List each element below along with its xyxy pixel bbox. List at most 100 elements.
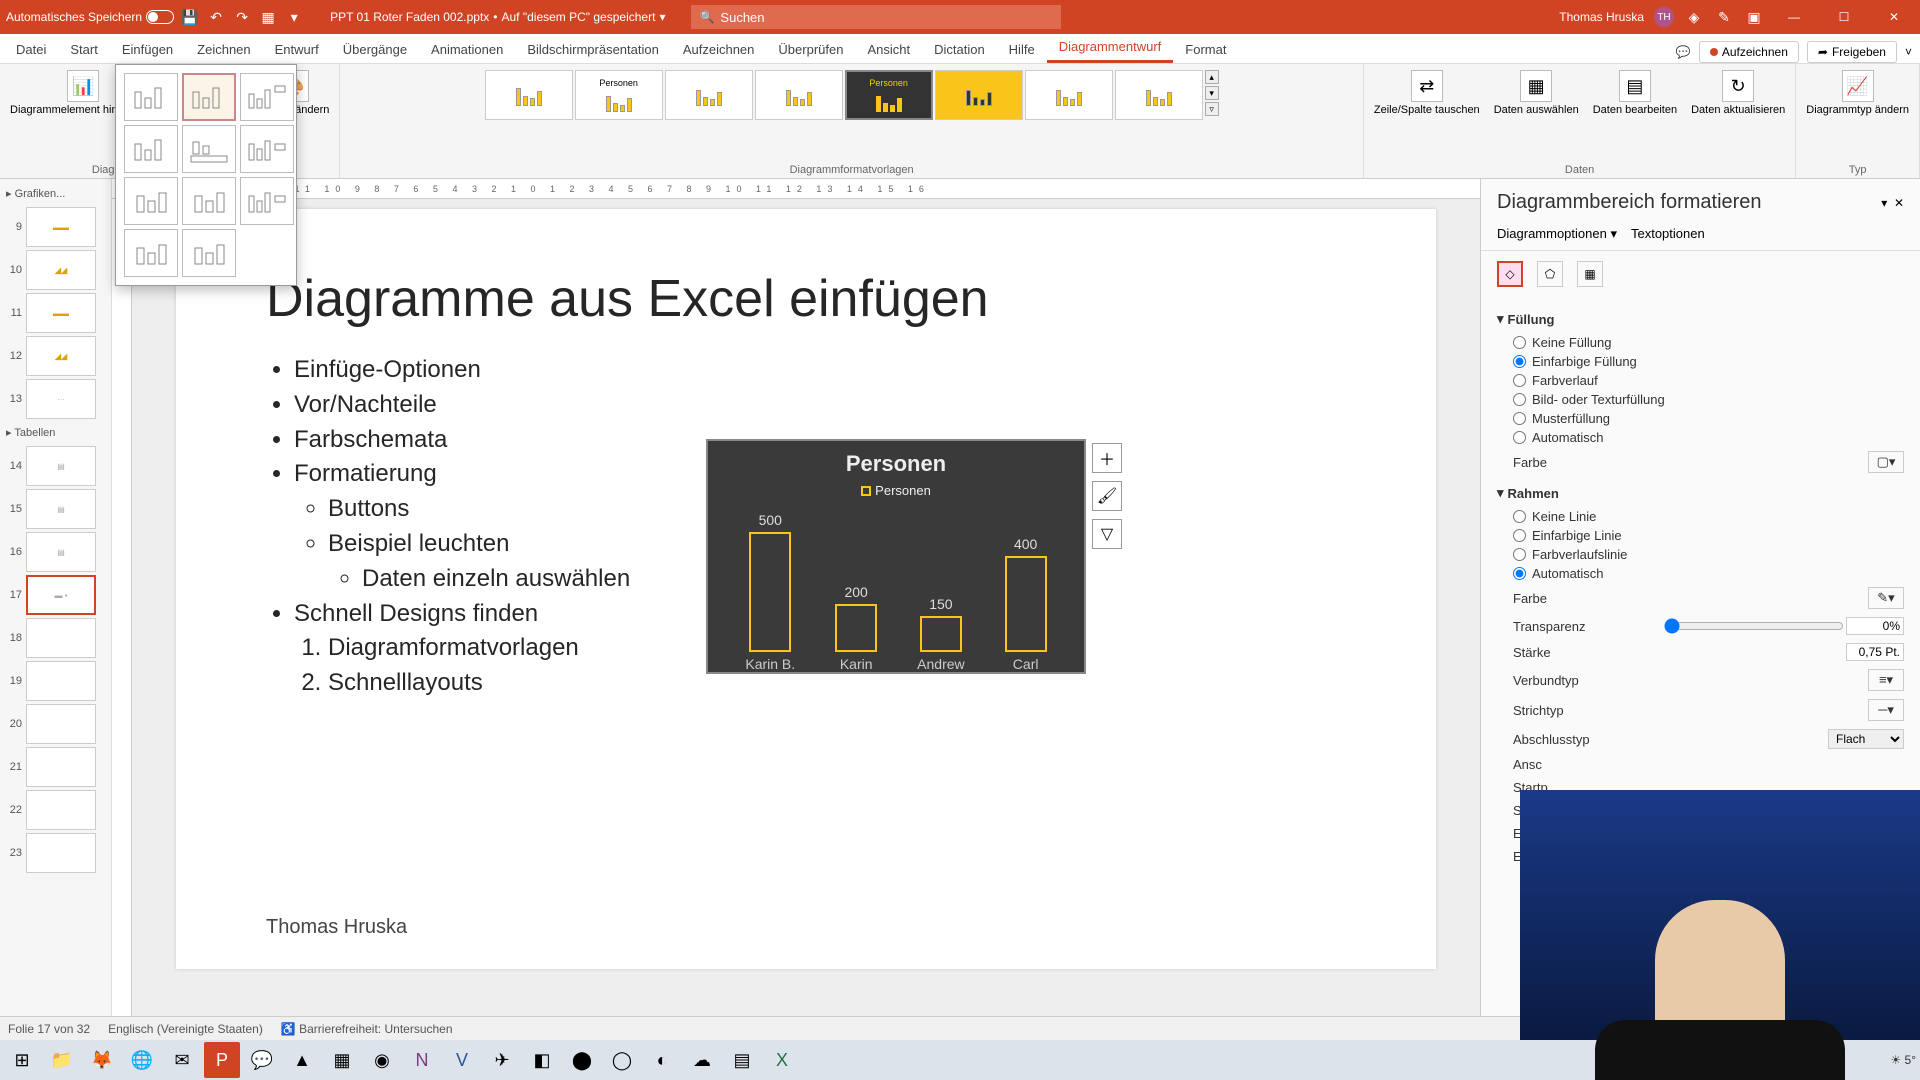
slide-23[interactable]: [26, 833, 96, 873]
start-button[interactable]: ⊞: [4, 1042, 40, 1078]
redo-icon[interactable]: ↷: [232, 7, 252, 27]
slide-12[interactable]: ◢◢: [26, 336, 96, 376]
fill-line-tab-icon[interactable]: ◇: [1497, 261, 1523, 287]
size-tab-icon[interactable]: ▦: [1577, 261, 1603, 287]
transparency-slider[interactable]: [1664, 618, 1844, 634]
vlc-icon[interactable]: ▲: [284, 1042, 320, 1078]
tab-dictation[interactable]: Dictation: [922, 36, 997, 63]
slide-17[interactable]: ▬ ▪: [26, 575, 96, 615]
undo-icon[interactable]: ↶: [206, 7, 226, 27]
section-tabellen[interactable]: ▸ Tabellen: [4, 422, 107, 443]
comments-icon[interactable]: 💬: [1676, 45, 1691, 59]
chart-elements-button[interactable]: ＋: [1092, 443, 1122, 473]
obs-icon[interactable]: ⬤: [564, 1042, 600, 1078]
tab-datei[interactable]: Datei: [4, 36, 58, 63]
slide-16[interactable]: ▤: [26, 532, 96, 572]
weather-widget[interactable]: ☀ 5°: [1890, 1053, 1916, 1067]
tab-hilfe[interactable]: Hilfe: [997, 36, 1047, 63]
fill-color-picker[interactable]: ▢▾: [1868, 451, 1904, 473]
app-icon-5[interactable]: ◯: [604, 1042, 640, 1078]
slide-11[interactable]: ▬▬: [26, 293, 96, 333]
pen-icon[interactable]: ✎: [1714, 7, 1734, 27]
chart-filter-button[interactable]: ▽: [1092, 519, 1122, 549]
pane-close-icon[interactable]: ✕: [1894, 196, 1904, 210]
line-solid[interactable]: Einfarbige Linie: [1497, 526, 1904, 545]
line-none[interactable]: Keine Linie: [1497, 507, 1904, 526]
chevron-down-icon[interactable]: ▾: [659, 10, 665, 24]
slide-10[interactable]: ◢◢: [26, 250, 96, 290]
fill-auto[interactable]: Automatisch: [1497, 428, 1904, 447]
line-auto[interactable]: Automatisch: [1497, 564, 1904, 583]
layout-10[interactable]: [124, 229, 178, 277]
layout-4[interactable]: [124, 125, 178, 173]
telegram-icon[interactable]: ✈: [484, 1042, 520, 1078]
fill-none[interactable]: Keine Füllung: [1497, 333, 1904, 352]
app-icon-3[interactable]: ◉: [364, 1042, 400, 1078]
user-avatar[interactable]: TH: [1654, 7, 1674, 27]
slide-thumbnails-panel[interactable]: ▸ Grafiken... 9▬▬ 10◢◢ 11▬▬ 12◢◢ 13··· ▸…: [0, 179, 112, 1016]
app-icon-6[interactable]: ◐: [644, 1042, 680, 1078]
tab-format[interactable]: Format: [1173, 36, 1238, 63]
slide[interactable]: Diagramme aus Excel einfügen Einfüge-Opt…: [176, 209, 1436, 969]
change-chart-type-button[interactable]: 📈Diagrammtyp ändern: [1800, 66, 1915, 120]
chart-style-8[interactable]: [1115, 70, 1203, 120]
pane-tab-text[interactable]: Textoptionen: [1631, 222, 1705, 246]
compound-type-dropdown[interactable]: ≡▾: [1868, 669, 1904, 691]
share-button[interactable]: ➦Freigeben: [1807, 41, 1897, 63]
gallery-scroll[interactable]: ▴▾▿: [1205, 70, 1219, 116]
language-status[interactable]: Englisch (Vereinigte Staaten): [108, 1022, 263, 1036]
outlook-icon[interactable]: ✉: [164, 1042, 200, 1078]
layout-2[interactable]: [182, 73, 236, 121]
save-icon[interactable]: 💾: [180, 7, 200, 27]
line-color-picker[interactable]: ✎▾: [1868, 587, 1904, 609]
user-name[interactable]: Thomas Hruska: [1559, 10, 1644, 24]
slide-13[interactable]: ···: [26, 379, 96, 419]
line-gradient[interactable]: Farbverlaufslinie: [1497, 545, 1904, 564]
fill-picture[interactable]: Bild- oder Texturfüllung: [1497, 390, 1904, 409]
onenote-icon[interactable]: N: [404, 1042, 440, 1078]
slide-20[interactable]: [26, 704, 96, 744]
chart-style-2[interactable]: Personen: [575, 70, 663, 120]
chart-style-6[interactable]: [935, 70, 1023, 120]
edit-data-button[interactable]: ▤Daten bearbeiten: [1587, 66, 1683, 120]
pane-tab-chart[interactable]: Diagrammoptionen ▾: [1497, 222, 1617, 246]
layout-11[interactable]: [182, 229, 236, 277]
tab-bildschirm[interactable]: Bildschirmpräsentation: [515, 36, 671, 63]
tab-einfuegen[interactable]: Einfügen: [110, 36, 185, 63]
slide-18[interactable]: [26, 618, 96, 658]
accessibility-status[interactable]: ♿ Barrierefreiheit: Untersuchen: [281, 1022, 453, 1036]
slide-15[interactable]: ▤: [26, 489, 96, 529]
slide-9[interactable]: ▬▬: [26, 207, 96, 247]
border-section[interactable]: ▾ Rahmen: [1497, 485, 1904, 501]
excel-icon[interactable]: X: [764, 1042, 800, 1078]
app-icon-4[interactable]: ◧: [524, 1042, 560, 1078]
chart-styles-button[interactable]: 🖌: [1092, 481, 1122, 511]
chart-style-5-selected[interactable]: Personen: [845, 70, 933, 120]
chart-style-1[interactable]: [485, 70, 573, 120]
close-button[interactable]: ✕: [1874, 0, 1914, 34]
firefox-icon[interactable]: 🦊: [84, 1042, 120, 1078]
diamond-icon[interactable]: ◈: [1684, 7, 1704, 27]
window-icon[interactable]: ▣: [1744, 7, 1764, 27]
effects-tab-icon[interactable]: ⬠: [1537, 261, 1563, 287]
slide-canvas[interactable]: Diagramme aus Excel einfügen Einfüge-Opt…: [132, 199, 1480, 1016]
slide-22[interactable]: [26, 790, 96, 830]
app-icon-2[interactable]: ▦: [324, 1042, 360, 1078]
quick-access-more-icon[interactable]: ▾: [284, 7, 304, 27]
chart-style-3[interactable]: [665, 70, 753, 120]
slide-21[interactable]: [26, 747, 96, 787]
ribbon-collapse-icon[interactable]: ˅: [1905, 45, 1912, 59]
tab-start[interactable]: Start: [58, 36, 109, 63]
minimize-button[interactable]: —: [1774, 0, 1814, 34]
tab-aufzeichnen[interactable]: Aufzeichnen: [671, 36, 767, 63]
tab-diagrammentwurf[interactable]: Diagrammentwurf: [1047, 33, 1174, 63]
line-width-input[interactable]: [1846, 643, 1904, 661]
slideshow-icon[interactable]: ▦: [258, 7, 278, 27]
slide-title[interactable]: Diagramme aus Excel einfügen: [266, 269, 1346, 329]
app-icon-8[interactable]: ▤: [724, 1042, 760, 1078]
embedded-chart[interactable]: Personen Personen 500Karin B.200Karin150…: [706, 439, 1086, 674]
chrome-icon[interactable]: 🌐: [124, 1042, 160, 1078]
refresh-data-button[interactable]: ↻Daten aktualisieren: [1685, 66, 1791, 120]
tab-ueberpruefen[interactable]: Überprüfen: [766, 36, 855, 63]
chart-style-7[interactable]: [1025, 70, 1113, 120]
